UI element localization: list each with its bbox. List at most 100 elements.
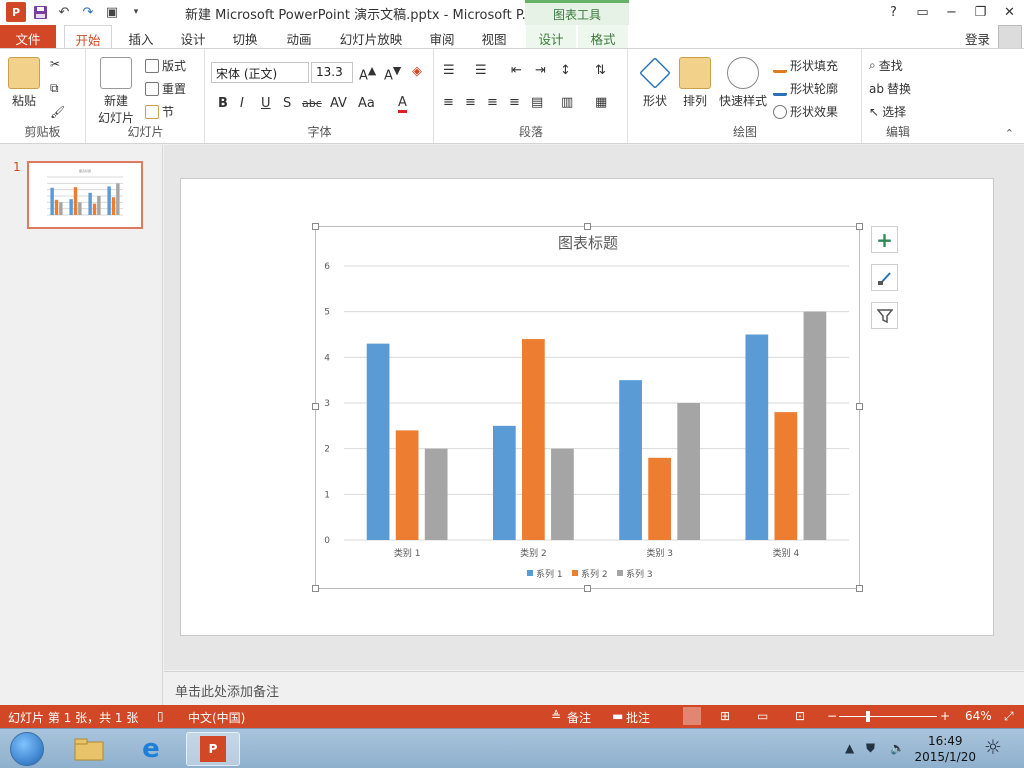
quick-styles-button[interactable]: 快速样式: [717, 57, 769, 109]
shapes-button[interactable]: 形状: [637, 57, 673, 109]
save-icon[interactable]: [30, 2, 50, 22]
copy-button[interactable]: ⧉: [50, 81, 59, 96]
shape-outline-button[interactable]: 形状轮廓: [773, 80, 838, 97]
help-button[interactable]: ?: [879, 0, 908, 25]
font-size-dropdown[interactable]: 13.3: [311, 62, 353, 83]
increase-indent-icon[interactable]: ⇥: [535, 63, 546, 78]
tab-insert[interactable]: 插入: [118, 25, 164, 48]
zoom-out-icon[interactable]: −: [827, 709, 837, 723]
comments-toggle[interactable]: 批注: [626, 709, 650, 726]
shrink-font-icon[interactable]: A▼: [384, 64, 401, 83]
redo-icon[interactable]: ↷: [78, 2, 98, 22]
slideshow-icon[interactable]: ⊡: [795, 709, 805, 723]
layout-button[interactable]: 版式: [145, 57, 186, 74]
decrease-indent-icon[interactable]: ⇤: [511, 63, 522, 78]
italic-icon[interactable]: I: [240, 96, 244, 111]
minimize-button[interactable]: −: [937, 0, 966, 25]
paste-button[interactable]: 粘贴: [6, 57, 42, 109]
fit-to-window-icon[interactable]: ⤢: [1004, 709, 1014, 724]
change-case-icon[interactable]: Aa: [358, 96, 375, 111]
columns-icon[interactable]: ▥: [561, 95, 573, 110]
reset-button[interactable]: 重置: [145, 80, 186, 97]
smartart-icon[interactable]: ▦: [595, 95, 607, 110]
tab-transitions[interactable]: 切换: [222, 25, 268, 48]
format-painter-button[interactable]: 🖌: [50, 105, 65, 119]
ie-icon[interactable]: e: [124, 732, 178, 766]
brightness-icon[interactable]: ☼: [984, 735, 1002, 759]
spelling-icon[interactable]: ▯: [157, 709, 164, 723]
language-indicator[interactable]: 中文(中国): [188, 709, 245, 726]
zoom-slider[interactable]: [839, 716, 937, 717]
powerpoint-logo-icon[interactable]: P: [6, 2, 26, 22]
new-slide-button[interactable]: 新建 幻灯片: [91, 57, 141, 126]
zoom-level[interactable]: 64%: [965, 709, 992, 723]
tab-review[interactable]: 审阅: [420, 25, 464, 48]
resize-handle[interactable]: [584, 585, 591, 592]
underline-icon[interactable]: U: [261, 96, 271, 111]
powerpoint-taskbar-icon[interactable]: P: [186, 732, 240, 766]
normal-view-icon[interactable]: [683, 707, 701, 725]
chart-title[interactable]: 图表标题: [558, 234, 618, 252]
notes-toggle[interactable]: 备注: [567, 709, 591, 726]
signin-link[interactable]: 登录: [965, 29, 990, 48]
avatar[interactable]: [998, 25, 1022, 49]
chart-styles-button[interactable]: [871, 264, 898, 291]
section-button[interactable]: 节: [145, 103, 174, 120]
clear-formatting-icon[interactable]: ◈: [412, 64, 422, 79]
resize-handle[interactable]: [312, 403, 319, 410]
comments-icon[interactable]: ▬: [612, 709, 623, 723]
shadow-icon[interactable]: S: [283, 96, 291, 111]
font-color-icon[interactable]: A: [398, 95, 407, 113]
align-center-icon[interactable]: ≡: [465, 95, 476, 110]
shape-fill-button[interactable]: 形状填充: [773, 57, 838, 74]
security-shield-icon[interactable]: ⛊: [866, 741, 875, 756]
arrange-button[interactable]: 排列: [677, 57, 713, 109]
resize-handle[interactable]: [856, 585, 863, 592]
notes-toggle-icon[interactable]: ≜: [551, 709, 561, 723]
bold-icon[interactable]: B: [218, 96, 228, 111]
resize-handle[interactable]: [856, 223, 863, 230]
tab-animations[interactable]: 动画: [276, 25, 322, 48]
volume-icon[interactable]: 🔈: [890, 741, 905, 755]
resize-handle[interactable]: [312, 223, 319, 230]
system-clock[interactable]: 16:49 2015/1/20: [914, 733, 976, 765]
char-spacing-icon[interactable]: AV: [330, 96, 347, 111]
chart-elements-button[interactable]: +: [871, 226, 898, 253]
start-from-beginning-icon[interactable]: ▣: [102, 2, 122, 22]
align-left-icon[interactable]: ≡: [443, 95, 454, 110]
justify-icon[interactable]: ≡: [509, 95, 520, 110]
reading-view-icon[interactable]: ▭: [757, 709, 768, 723]
resize-handle[interactable]: [312, 585, 319, 592]
zoom-in-icon[interactable]: +: [940, 709, 950, 723]
line-spacing-icon[interactable]: ↕: [560, 63, 571, 78]
find-button[interactable]: ⌕ 查找: [869, 57, 903, 74]
tab-design[interactable]: 设计: [170, 25, 216, 48]
align-right-icon[interactable]: ≡: [487, 95, 498, 110]
tab-chart-design[interactable]: 设计: [526, 25, 576, 48]
font-name-dropdown[interactable]: 宋体 (正文): [211, 62, 309, 83]
resize-handle[interactable]: [584, 223, 591, 230]
slide-sorter-icon[interactable]: ⊞: [720, 709, 730, 723]
zoom-slider-thumb[interactable]: [866, 711, 870, 722]
close-button[interactable]: ✕: [995, 0, 1024, 25]
restore-button[interactable]: ❐: [966, 0, 995, 25]
replace-button[interactable]: ab 替换: [869, 80, 911, 97]
tab-file[interactable]: 文件: [0, 25, 56, 48]
chart-filters-button[interactable]: [871, 302, 898, 329]
tab-slideshow[interactable]: 幻灯片放映: [334, 25, 408, 48]
cut-button[interactable]: ✂: [50, 57, 60, 71]
strikethrough-icon[interactable]: abc: [302, 97, 322, 110]
customize-qat-icon[interactable]: ▾: [126, 2, 146, 22]
bullets-icon[interactable]: ☰: [443, 63, 455, 78]
resize-handle[interactable]: [856, 403, 863, 410]
distributed-icon[interactable]: ▤: [531, 95, 543, 110]
undo-icon[interactable]: ↶: [54, 2, 74, 22]
text-direction-icon[interactable]: ⇅: [595, 63, 606, 78]
shape-effects-button[interactable]: 形状效果: [773, 103, 838, 120]
tab-chart-format[interactable]: 格式: [578, 25, 628, 48]
grow-font-icon[interactable]: A▲: [359, 64, 376, 83]
ribbon-display-options-button[interactable]: ▭: [908, 0, 937, 25]
tray-expand-icon[interactable]: ▲: [845, 741, 854, 755]
collapse-ribbon-icon[interactable]: ⌃: [1005, 127, 1014, 140]
start-button[interactable]: [10, 732, 44, 766]
